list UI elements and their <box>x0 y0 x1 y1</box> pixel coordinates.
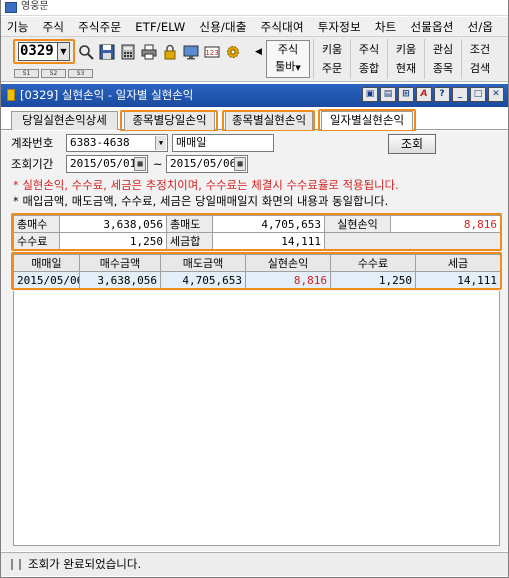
minimize-icon[interactable]: _ <box>452 87 468 102</box>
date-to-value: 2015/05/06 <box>170 157 237 170</box>
menu-item-investment-info[interactable]: 투자정보 <box>318 19 361 35</box>
maximize-icon[interactable]: □ <box>470 87 486 102</box>
lock-icon[interactable] <box>162 44 178 60</box>
stock-toolbar-line2: 툴바 <box>275 60 296 73</box>
menu-item-etf-elw[interactable]: ETF/ELW <box>135 20 185 34</box>
close-icon[interactable]: ✕ <box>488 87 504 102</box>
tab-content: 계좌번호 6383-4638 ▼ 매매일 조회 조회기간 2015/05/01 … <box>1 131 508 551</box>
app-title: 영웅문 <box>21 1 49 12</box>
font-size-icon[interactable]: A <box>416 87 432 102</box>
menu-item-credit-loan[interactable]: 신용/대출 <box>199 19 246 35</box>
button-line2: 종합 <box>358 62 380 75</box>
toolbar: 0329 ▼ S1 S2 S3 123 ◀ 주식 툴바▼ 키움 주문 주식 종합 키… <box>1 37 508 82</box>
screen-code-highlight <box>13 39 75 64</box>
help-icon[interactable]: ? <box>434 87 450 102</box>
tab-today-realized-detail[interactable]: 당일실현손익상세 <box>11 111 118 130</box>
button-line1: 키움 <box>321 43 343 56</box>
status-message: 조회가 완료되었습니다. <box>28 557 142 571</box>
svg-text:123: 123 <box>205 49 218 57</box>
account-select[interactable]: 6383-4638 ▼ <box>66 134 168 152</box>
menu-item-stock[interactable]: 주식 <box>43 19 65 35</box>
detail-highlight <box>11 252 502 290</box>
tab-highlight <box>120 110 218 132</box>
notice-estimate: * 실현손익, 수수료, 세금은 추정치이며, 수수료는 체결시 수수료율로 적… <box>13 179 399 192</box>
trade-type-field[interactable]: 매매일 <box>172 134 274 152</box>
tab-bar: 당일실현손익상세 종목별당일손익 종목별실현손익 일자별실현손익 <box>1 108 508 132</box>
watchlist-button[interactable]: 관심종목 <box>424 39 461 79</box>
window-icon <box>7 89 15 101</box>
grip-icon <box>11 559 21 570</box>
scroll-left-icon[interactable]: ◀ <box>255 47 262 57</box>
button-line2: 현재 <box>395 62 417 75</box>
date-separator: ~ <box>153 157 163 171</box>
screen-slot-s1[interactable]: S1 <box>14 69 39 78</box>
date-from-input[interactable]: 2015/05/01 ▦ <box>66 155 148 173</box>
menu-item-stock-lending[interactable]: 주식대여 <box>261 19 304 35</box>
date-to-input[interactable]: 2015/05/06 ▦ <box>166 155 248 173</box>
button-line2: 종목 <box>432 62 454 75</box>
button-line1: 조건 <box>469 43 491 56</box>
chevron-down-icon: ▼ <box>295 64 301 72</box>
menu-item-fo[interactable]: 선/옵 <box>468 19 494 35</box>
button-line2: 주문 <box>321 62 343 75</box>
screen-slot-tabs: S1 S2 S3 <box>14 69 95 78</box>
account-value: 6383-4638 <box>70 136 130 149</box>
link-icon[interactable]: ▣ <box>362 87 378 102</box>
query-button[interactable]: 조회 <box>388 134 436 154</box>
status-bar: 조회가 완료되었습니다. <box>1 552 508 576</box>
search-icon[interactable] <box>78 44 94 60</box>
button-line1: 키움 <box>395 43 417 56</box>
stock-overview-button[interactable]: 주식종합 <box>350 39 387 79</box>
button-line2: 검색 <box>469 62 491 75</box>
calendar-icon[interactable]: ▦ <box>134 157 146 171</box>
window-controls: ▣ ▤ ⊞ A ? _ □ ✕ <box>360 87 504 102</box>
numeric-icon[interactable]: 123 <box>204 44 220 60</box>
account-label: 계좌번호 <box>11 136 54 150</box>
tab-highlight <box>222 110 315 132</box>
stock-toolbar-line1: 주식 <box>277 43 299 56</box>
app-logo-icon <box>5 2 17 13</box>
kiwoom-current-button[interactable]: 키움현재 <box>387 39 424 79</box>
menu-item-stock-order[interactable]: 주식주문 <box>78 19 121 35</box>
stock-toolbar-dropdown[interactable]: 주식 툴바▼ <box>266 40 310 78</box>
chevron-down-icon: ▼ <box>155 136 166 150</box>
calculator-icon[interactable] <box>120 44 136 60</box>
screen-slot-s2[interactable]: S2 <box>41 69 66 78</box>
notice-same-as-journal: * 매입금액, 매도금액, 수수료, 세금은 당일매매일지 화면의 내용과 동일… <box>13 195 389 208</box>
toolbar-icons: 123 <box>78 44 246 60</box>
menu-item-function[interactable]: 기능 <box>7 19 29 35</box>
quick-buttons: 키움주문 주식종합 키움현재 관심종목 조건검색 <box>313 39 498 79</box>
button-line1: 관심 <box>432 43 454 56</box>
pin-icon[interactable]: ⊞ <box>398 87 414 102</box>
print-icon[interactable] <box>141 44 157 60</box>
calendar-icon[interactable]: ▦ <box>234 157 246 171</box>
period-label: 조회기간 <box>11 157 54 171</box>
window-title: [0329] 실현손익 - 일자별 실현손익 <box>20 88 194 102</box>
menu-item-chart[interactable]: 차트 <box>375 19 397 35</box>
tab-highlight <box>318 109 416 132</box>
summary-highlight <box>11 213 502 251</box>
menu-bar: 기능 주식 주식주문 ETF/ELW 신용/대출 주식대여 투자정보 차트 선물… <box>1 17 508 37</box>
monitor-icon[interactable] <box>183 44 199 60</box>
screen-slot-s3[interactable]: S3 <box>68 69 93 78</box>
save-icon[interactable] <box>99 44 115 60</box>
button-line1: 주식 <box>358 43 380 56</box>
app-title-bar: 영웅문 <box>1 0 508 16</box>
kiwoom-order-button[interactable]: 키움주문 <box>313 39 350 79</box>
realized-pnl-window: [0329] 실현손익 - 일자별 실현손익 ▣ ▤ ⊞ A ? _ □ ✕ 당… <box>1 84 508 577</box>
copy-icon[interactable]: ▤ <box>380 87 396 102</box>
detail-grid-empty-area <box>13 291 500 546</box>
window-title-bar: [0329] 실현손익 - 일자별 실현손익 ▣ ▤ ⊞ A ? _ □ ✕ <box>1 84 508 107</box>
gear-icon[interactable] <box>225 44 241 60</box>
date-from-value: 2015/05/01 <box>70 157 137 170</box>
menu-item-futures-options[interactable]: 선물옵션 <box>410 19 453 35</box>
condition-search-button[interactable]: 조건검색 <box>461 39 498 79</box>
